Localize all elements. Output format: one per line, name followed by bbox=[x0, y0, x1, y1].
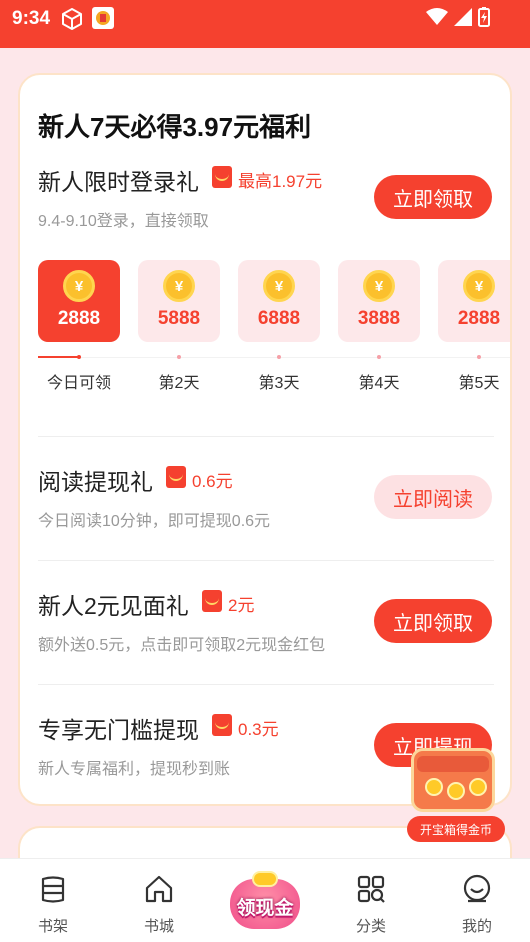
coin-icon bbox=[469, 778, 487, 796]
chest-lid bbox=[417, 756, 489, 772]
day-label: 第5天 bbox=[458, 375, 500, 392]
home-icon bbox=[145, 875, 173, 903]
red-packet-icon bbox=[212, 166, 232, 188]
page-band bbox=[0, 48, 530, 62]
profile-icon bbox=[463, 874, 491, 903]
coin-icon: ¥ bbox=[463, 270, 495, 302]
day-dot bbox=[477, 355, 481, 359]
day-reward-amount: 6888 bbox=[257, 308, 301, 329]
days-track-active bbox=[38, 356, 78, 358]
day-reward-amount: 2888 bbox=[57, 308, 101, 329]
bookshelf-icon bbox=[41, 876, 65, 903]
tab-cash-label: 领现金 bbox=[236, 898, 294, 919]
gold-coin-icon bbox=[252, 871, 278, 887]
welcome-claim-button[interactable]: 立即领取 bbox=[374, 599, 492, 643]
tab-bookcity[interactable]: 书城 bbox=[114, 859, 204, 942]
app-notification-icon bbox=[92, 7, 114, 29]
day-dot bbox=[177, 355, 181, 359]
read-gift-title: 阅读提现礼 bbox=[38, 469, 153, 495]
red-packet-icon bbox=[202, 590, 222, 612]
tab-label: 书城 bbox=[143, 918, 174, 935]
withdraw-subtitle: 新人专属福利，提现秒到账 bbox=[38, 761, 231, 778]
status-bar: 9:34 bbox=[0, 0, 530, 48]
wifi-icon bbox=[426, 8, 448, 25]
day-dot bbox=[377, 355, 381, 359]
status-time: 9:34 bbox=[12, 8, 51, 29]
read-now-button[interactable]: 立即阅读 bbox=[374, 475, 492, 519]
divider bbox=[38, 684, 494, 685]
login-gift-reward: 最高1.97元 bbox=[238, 172, 323, 191]
coin-icon: ¥ bbox=[363, 270, 395, 302]
day-reward-5[interactable]: ¥ 2888 bbox=[438, 260, 510, 342]
read-gift-subtitle: 今日阅读10分钟，即可提现0.6元 bbox=[38, 513, 271, 530]
bottom-tab-bar: 书架 书城 领现金 分类 我的 bbox=[0, 858, 530, 942]
divider bbox=[38, 436, 494, 437]
welcome-gift-title: 新人2元见面礼 bbox=[38, 593, 189, 619]
red-packet-icon bbox=[212, 714, 232, 736]
day-reward-amount: 2888 bbox=[457, 308, 501, 329]
signal-icon bbox=[454, 8, 472, 26]
day-reward-amount: 3888 bbox=[357, 308, 401, 329]
read-gift-reward: 0.6元 bbox=[192, 472, 233, 491]
read-gift-row: 阅读提现礼 0.6元 今日阅读10分钟，即可提现0.6元 立即阅读 bbox=[20, 461, 510, 541]
day-label: 今日可领 bbox=[46, 375, 111, 392]
coin-icon bbox=[425, 778, 443, 796]
tab-bookshelf[interactable]: 书架 bbox=[8, 859, 98, 942]
tab-label: 分类 bbox=[355, 918, 386, 935]
days-track bbox=[38, 357, 510, 358]
day-label: 第2天 bbox=[158, 375, 200, 392]
day-reward-1[interactable]: ¥ 2888 bbox=[38, 260, 120, 342]
grid-search-icon bbox=[357, 875, 385, 903]
treasure-chest-widget[interactable]: 开宝箱得金币 bbox=[405, 738, 510, 843]
newcomer-welfare-card: 新人7天必得3.97元福利 新人限时登录礼 最高1.97元 9.4-9.10登录… bbox=[18, 73, 512, 806]
withdraw-reward: 0.3元 bbox=[238, 720, 279, 739]
coin-icon bbox=[447, 782, 465, 800]
day-dot bbox=[277, 355, 281, 359]
tab-label: 我的 bbox=[461, 918, 492, 935]
login-claim-button[interactable]: 立即领取 bbox=[374, 175, 492, 219]
withdraw-title: 专享无门槛提现 bbox=[38, 717, 199, 743]
login-gift-title: 新人限时登录礼 bbox=[38, 169, 199, 195]
welcome-gift-row: 新人2元见面礼 2元 额外送0.5元，点击即可领取2元现金红包 立即领取 bbox=[20, 585, 510, 665]
day-reward-4[interactable]: ¥ 3888 bbox=[338, 260, 420, 342]
coin-icon: ¥ bbox=[263, 270, 295, 302]
tab-mine[interactable]: 我的 bbox=[432, 859, 522, 942]
coin-icon: ¥ bbox=[63, 270, 95, 302]
daily-login-rewards: ¥ 2888 今日可领 ¥ 5888 第2天 ¥ 6888 第3天 ¥ 3888… bbox=[38, 260, 510, 400]
day-reward-2[interactable]: ¥ 5888 bbox=[138, 260, 220, 342]
cube-icon bbox=[62, 8, 82, 30]
divider bbox=[38, 560, 494, 561]
treasure-chest-label: 开宝箱得金币 bbox=[407, 816, 505, 842]
login-gift-subtitle: 9.4-9.10登录，直接领取 bbox=[38, 213, 209, 230]
red-packet-icon bbox=[166, 466, 186, 488]
battery-icon bbox=[478, 7, 490, 27]
welcome-gift-subtitle: 额外送0.5元，点击即可领取2元现金红包 bbox=[38, 637, 326, 654]
day-reward-3[interactable]: ¥ 6888 bbox=[238, 260, 320, 342]
day-dot bbox=[77, 355, 81, 359]
tab-category[interactable]: 分类 bbox=[326, 859, 416, 942]
card-title: 新人7天必得3.97元福利 bbox=[38, 112, 312, 142]
tab-cash[interactable]: 领现金 bbox=[222, 871, 308, 933]
day-reward-amount: 5888 bbox=[157, 308, 201, 329]
tab-label: 书架 bbox=[37, 918, 68, 935]
status-icons bbox=[426, 7, 490, 27]
coin-icon: ¥ bbox=[163, 270, 195, 302]
welcome-gift-reward: 2元 bbox=[228, 596, 255, 615]
day-label: 第3天 bbox=[258, 375, 300, 392]
day-label: 第4天 bbox=[358, 375, 400, 392]
login-gift-row: 新人限时登录礼 最高1.97元 9.4-9.10登录，直接领取 立即领取 bbox=[20, 161, 510, 241]
